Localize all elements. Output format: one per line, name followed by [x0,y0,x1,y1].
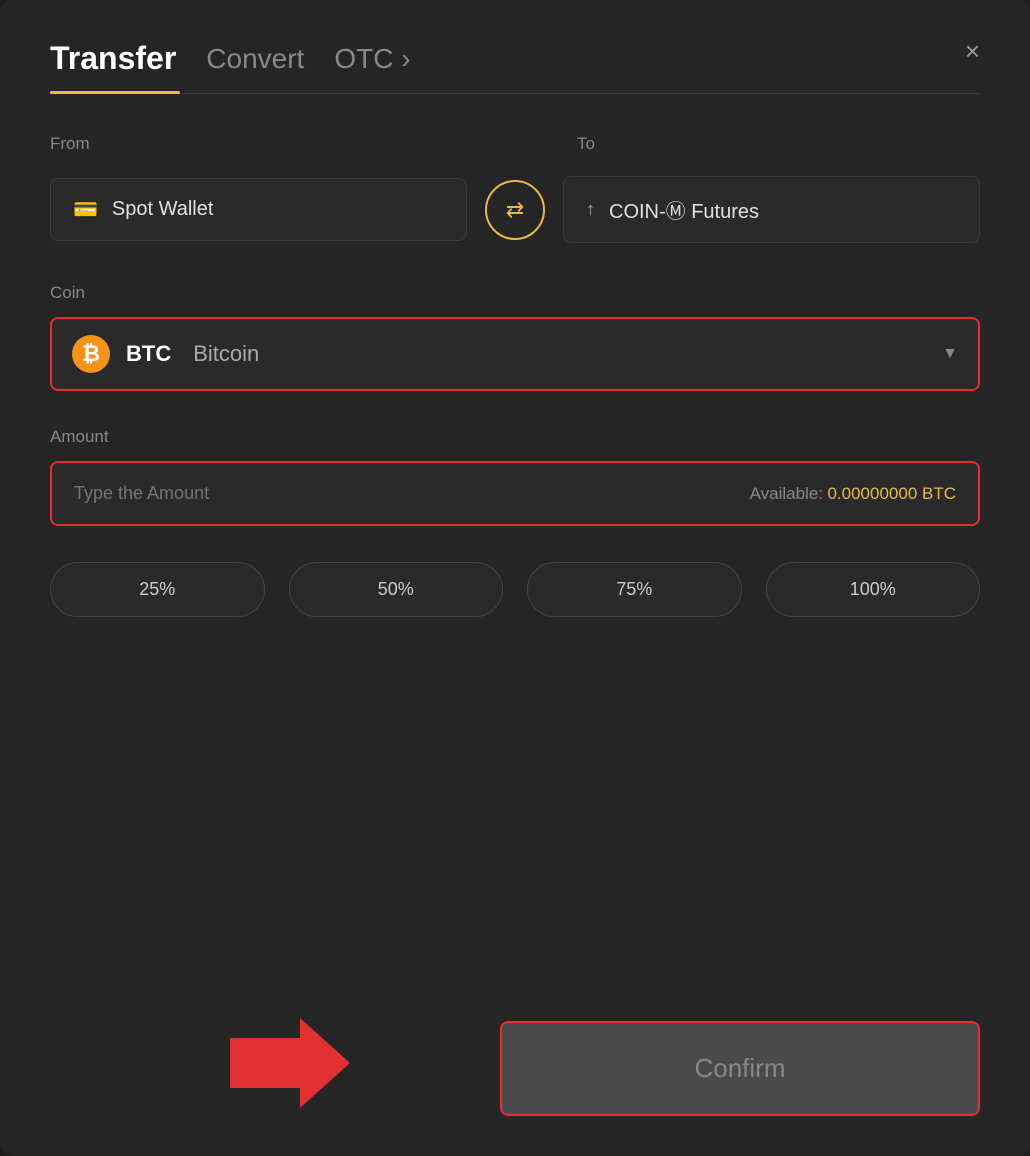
tab-convert[interactable]: Convert [206,43,304,75]
to-wallet-icon: ↑ [586,199,595,220]
active-tab-line [50,91,180,94]
tab-underline [50,93,980,94]
to-label: To [577,134,980,154]
from-wallet-selector[interactable]: 💳 Spot Wallet [50,178,467,241]
available-value: 0.00000000 BTC [827,484,956,503]
swap-spacer [467,134,563,168]
btc-icon: ₿ [72,335,110,373]
amount-input[interactable] [74,483,274,504]
tab-otc[interactable]: OTC › [334,43,410,75]
coin-fullname: Bitcoin [193,341,259,367]
confirm-button[interactable]: Confirm [500,1021,980,1116]
from-label: From [50,134,453,154]
to-wallet-selector[interactable]: ↑ COIN-Ⓜ Futures [563,176,980,243]
available-label: Available: [750,484,823,503]
percent-row: 25% 50% 75% 100% [50,562,980,617]
tab-transfer[interactable]: Transfer [50,40,176,77]
swap-button[interactable]: ⇄ [485,180,545,240]
close-button[interactable]: × [965,38,980,64]
confirm-row: Confirm [50,1021,980,1116]
to-label-container: To [577,134,980,168]
coin-label: Coin [50,283,980,303]
arrow-indicator [230,1018,350,1119]
percent-75-button[interactable]: 75% [527,562,742,617]
from-wallet-icon: 💳 [73,197,98,222]
transfer-modal: Transfer Convert OTC › × From To 💳 Spot … [0,0,1030,1156]
dropdown-arrow-icon: ▼ [942,345,958,363]
amount-input-container[interactable]: Available: 0.00000000 BTC [50,461,980,526]
coin-section: Coin ₿ BTC Bitcoin ▼ [50,283,980,391]
coin-selector[interactable]: ₿ BTC Bitcoin ▼ [50,317,980,391]
from-wallet-label: Spot Wallet [112,198,214,221]
amount-label: Amount [50,427,980,447]
from-to-row: 💳 Spot Wallet ⇄ ↑ COIN-Ⓜ Futures [50,176,980,243]
to-wallet-label: COIN-Ⓜ Futures [609,195,759,224]
percent-25-button[interactable]: 25% [50,562,265,617]
percent-50-button[interactable]: 50% [289,562,504,617]
available-display: Available: 0.00000000 BTC [750,484,956,504]
swap-icon: ⇄ [506,197,524,223]
from-to-labels: From To [50,134,980,168]
amount-section: Amount Available: 0.00000000 BTC [50,427,980,526]
modal-header: Transfer Convert OTC › × [50,40,980,77]
from-label-container: From [50,134,453,168]
coin-symbol: BTC [126,341,171,367]
percent-100-button[interactable]: 100% [766,562,981,617]
